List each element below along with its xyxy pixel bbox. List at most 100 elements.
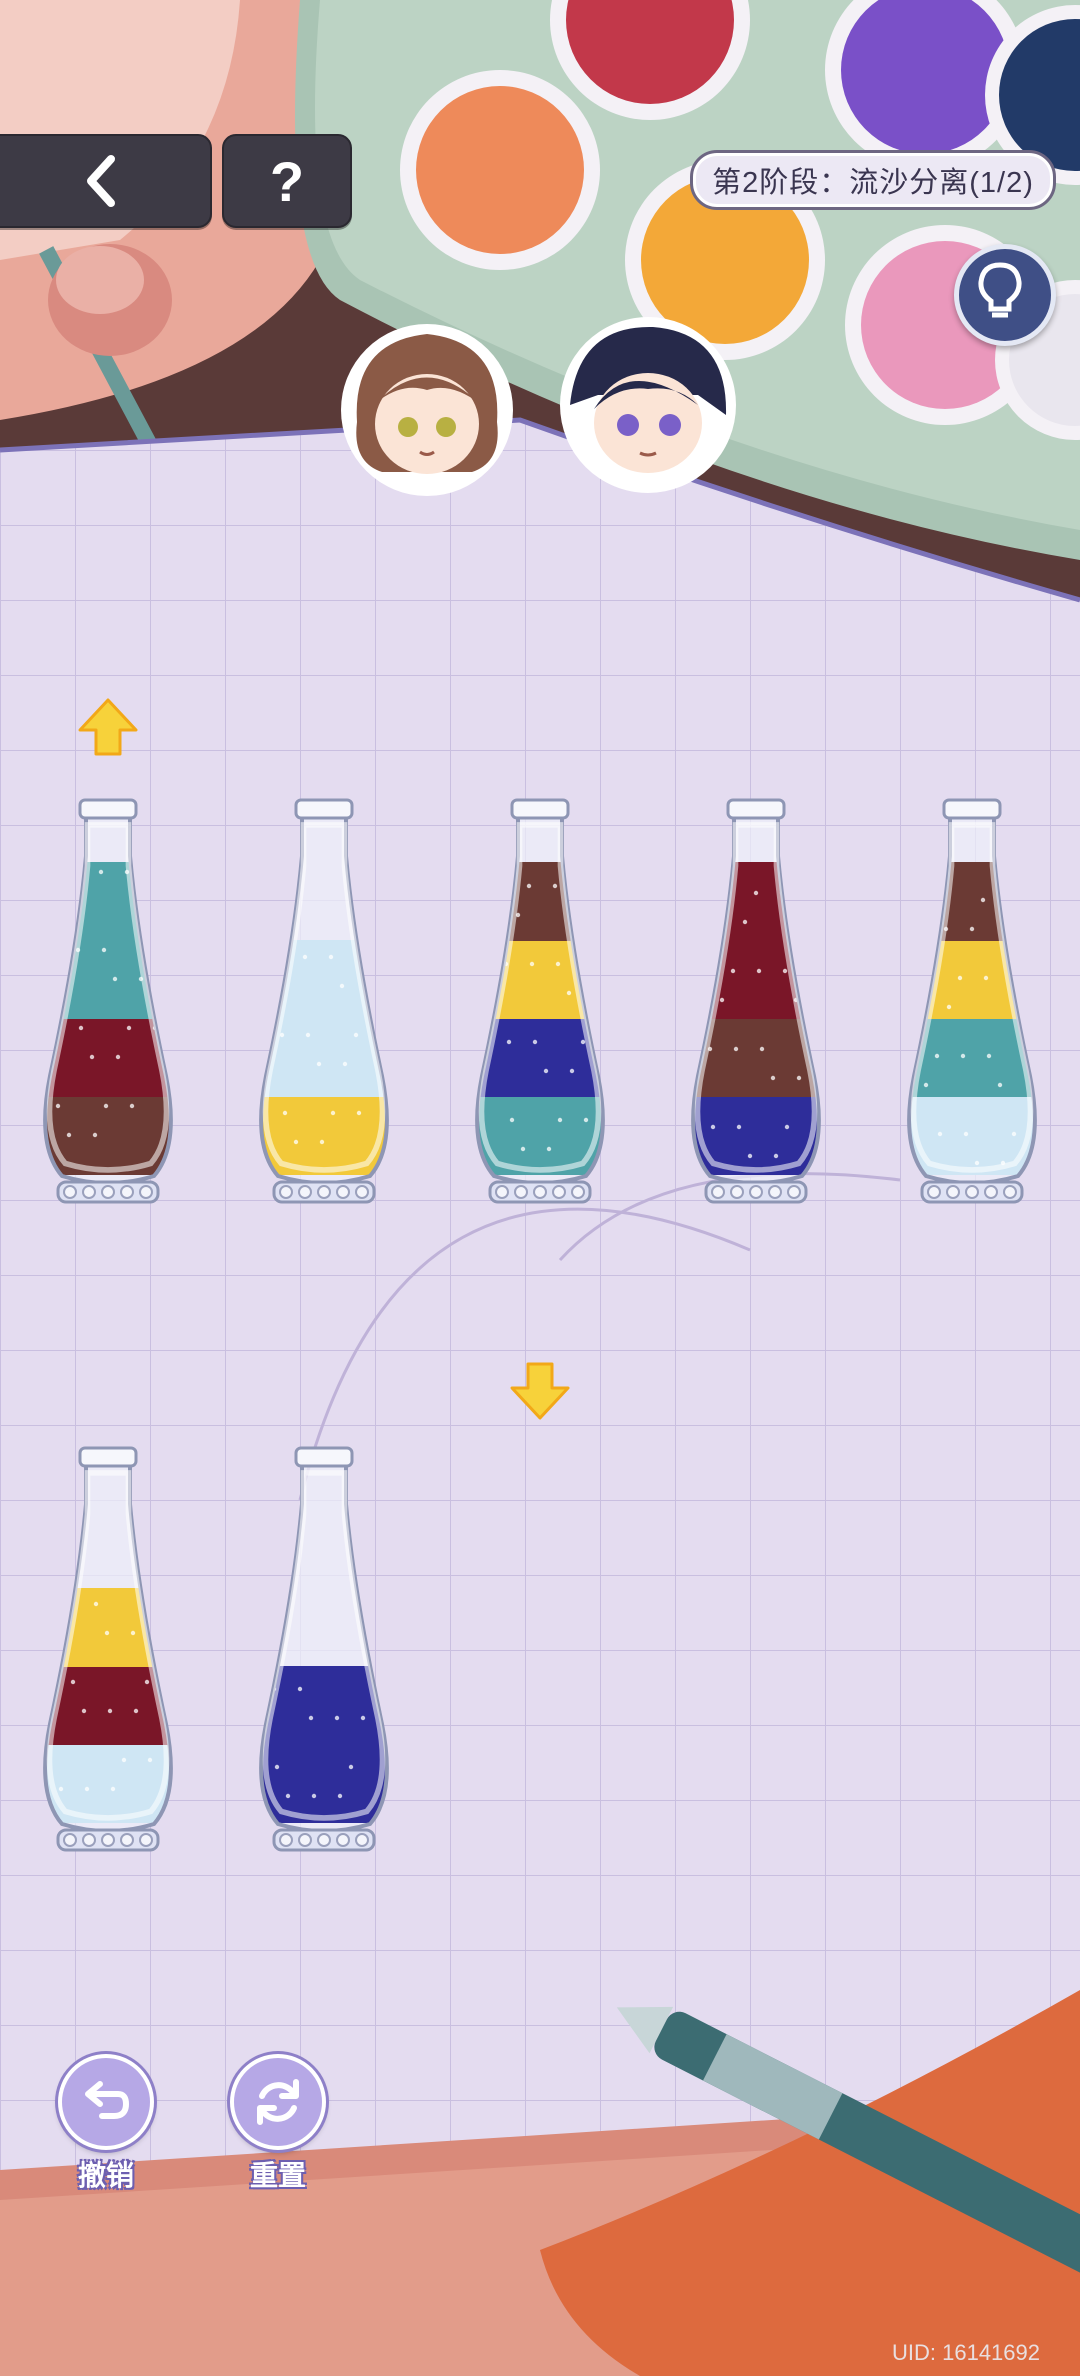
sparkle xyxy=(980,897,986,903)
sparkle xyxy=(920,1004,926,1010)
back-button[interactable] xyxy=(0,134,212,228)
sparkle xyxy=(934,1053,940,1059)
sparkle xyxy=(730,968,736,974)
sand-layer-yellow xyxy=(45,1588,171,1667)
sparkle xyxy=(532,1039,538,1045)
sparkle xyxy=(1011,1131,1017,1137)
bottle-graphic xyxy=(259,1446,389,1852)
sparkle xyxy=(520,1146,526,1152)
sparkle xyxy=(348,1764,354,1770)
sparkle xyxy=(937,1131,943,1137)
bottle-7[interactable] xyxy=(244,1444,404,1858)
bottle-5[interactable] xyxy=(892,796,1052,1210)
sparkle xyxy=(974,1160,980,1166)
boy-character-avatar xyxy=(560,317,736,493)
sparkle xyxy=(98,869,104,875)
sparkle xyxy=(89,1054,95,1060)
sparkle xyxy=(84,1786,90,1792)
bottle-4[interactable] xyxy=(676,796,836,1210)
sparkle xyxy=(112,976,118,982)
sparkle xyxy=(334,1715,340,1721)
sparkle xyxy=(92,1132,98,1138)
sparkle xyxy=(526,883,532,889)
sparkle xyxy=(311,1793,317,1799)
bottle-6[interactable] xyxy=(28,1444,188,1858)
bottle-graphic xyxy=(43,1446,173,1852)
sparkle xyxy=(66,1132,72,1138)
sparkle xyxy=(960,1053,966,1059)
bottle-2[interactable] xyxy=(244,796,404,1210)
sand-layer-yellow xyxy=(909,940,1035,1019)
sparkle xyxy=(716,919,722,925)
sparkle xyxy=(756,968,762,974)
reset-button[interactable]: 重置 xyxy=(230,2054,326,2194)
stage-label: 第2阶段：流沙分离(1/2) xyxy=(690,150,1056,210)
undo-arrow-icon xyxy=(85,2081,130,2119)
sparkle xyxy=(997,1082,1003,1088)
sparkle xyxy=(1006,897,1012,903)
sparkle xyxy=(342,1061,348,1067)
sparkle xyxy=(365,983,371,989)
sparkle xyxy=(78,1025,84,1031)
sparkle xyxy=(759,1046,765,1052)
sparkle xyxy=(72,869,78,875)
sand-layer-light_blue xyxy=(261,940,387,1019)
sparkle xyxy=(360,1715,366,1721)
chevron-left-icon xyxy=(87,155,115,207)
sparkle xyxy=(103,1103,109,1109)
sparkle xyxy=(552,883,558,889)
sparkle xyxy=(543,1068,549,1074)
sparkle xyxy=(946,1004,952,1010)
sparkle xyxy=(747,1153,753,1159)
sparkle xyxy=(316,1061,322,1067)
help-button[interactable]: ? xyxy=(222,134,352,228)
sparkle xyxy=(742,919,748,925)
sparkle xyxy=(753,890,759,896)
arrow-down-icon xyxy=(510,1362,570,1420)
sparkle xyxy=(337,1793,343,1799)
sparkle xyxy=(578,883,584,889)
sand-layer-teal xyxy=(45,940,171,1019)
sparkle xyxy=(55,1103,61,1109)
bottle-graphic xyxy=(43,798,173,1204)
undo-label: 撤销 xyxy=(77,2159,134,2192)
arrow-up-icon xyxy=(78,698,138,756)
sparkle xyxy=(782,968,788,974)
sparkle xyxy=(983,975,989,981)
sparkle xyxy=(529,961,535,967)
sparkle xyxy=(932,897,938,903)
sparkle xyxy=(282,1110,288,1116)
sparkle xyxy=(506,1039,512,1045)
sparkle xyxy=(302,954,308,960)
sparkle xyxy=(107,1708,113,1714)
bottle-3[interactable] xyxy=(460,796,620,1210)
sparkle xyxy=(110,1786,116,1792)
bottle-graphic xyxy=(907,798,1037,1204)
sparkle xyxy=(305,1032,311,1038)
sand-layer-crimson xyxy=(693,862,819,941)
sand-layer-crimson xyxy=(693,940,819,1019)
sparkle xyxy=(70,1679,76,1685)
sparkle xyxy=(285,1793,291,1799)
sparkle xyxy=(796,1075,802,1081)
sparkle xyxy=(144,1679,150,1685)
sparkle xyxy=(784,1124,790,1130)
bottle-graphic xyxy=(691,798,821,1204)
sparkle xyxy=(736,1124,742,1130)
sparkle xyxy=(580,1039,586,1045)
undo-button[interactable]: 撤销 xyxy=(58,2054,154,2194)
reset-label: 重置 xyxy=(249,2159,306,2192)
reset-button-circle xyxy=(230,2054,326,2150)
sparkle xyxy=(583,1117,589,1123)
sparkle xyxy=(130,1630,136,1636)
bottle-graphic xyxy=(475,798,605,1204)
sparkle xyxy=(276,954,282,960)
lightbulb-icon xyxy=(978,262,1022,318)
sparkle xyxy=(308,1715,314,1721)
bottle-1[interactable] xyxy=(28,796,188,1210)
sparkle xyxy=(356,1110,362,1116)
hint-button[interactable] xyxy=(954,244,1056,346)
sparkle xyxy=(705,890,711,896)
sparkle xyxy=(149,947,155,953)
sparkle xyxy=(93,1601,99,1607)
